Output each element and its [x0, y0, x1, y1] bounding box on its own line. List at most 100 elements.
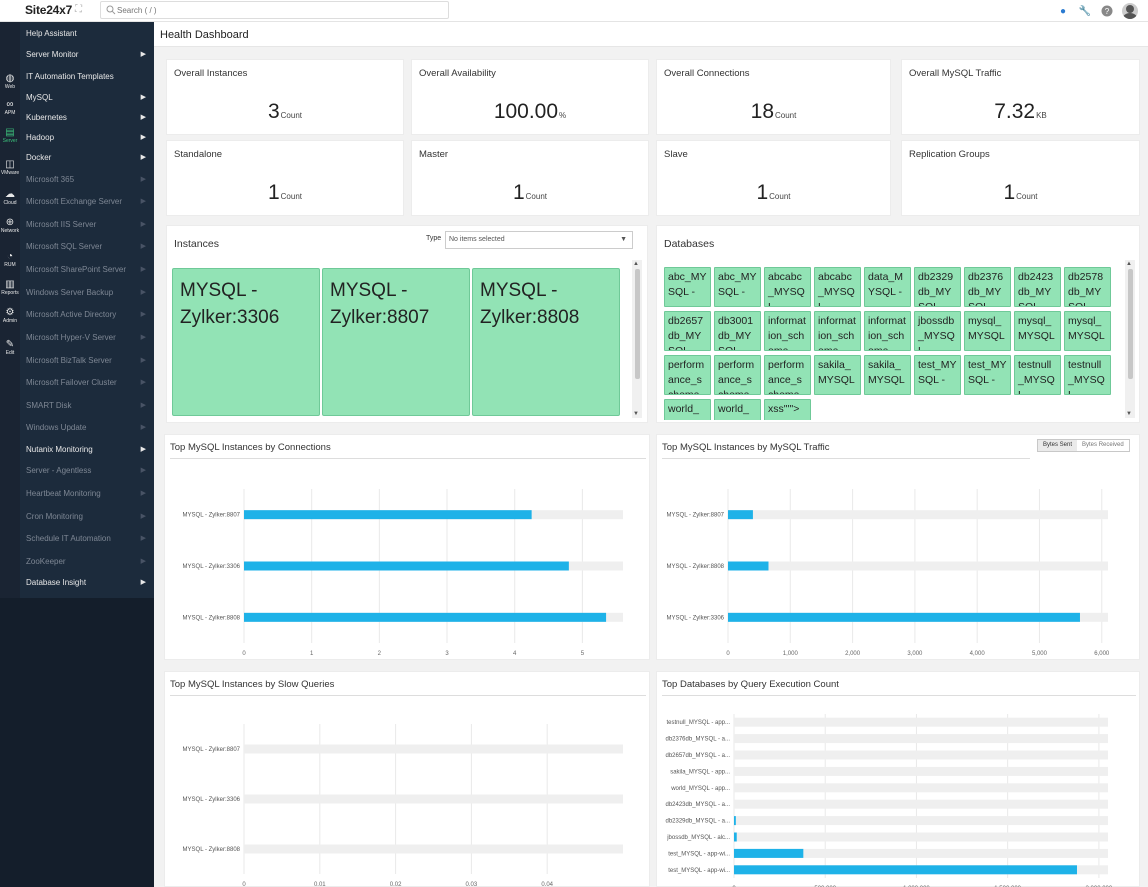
notification-icon[interactable]: ●	[1056, 4, 1070, 18]
menu-item-microsoft-active-directory[interactable]: Microsoft Active Directory ▶	[20, 305, 154, 325]
database-tile[interactable]: information_schema	[814, 311, 861, 351]
module-web[interactable]: ◍ Web	[0, 74, 20, 91]
database-tile[interactable]: testnull_MYSQL	[1014, 355, 1061, 395]
menu-item-microsoft-hyper-v-server[interactable]: Microsoft Hyper-V Server ▶	[20, 328, 154, 348]
module-server[interactable]: ▤ Server	[0, 128, 20, 145]
scroll-up-icon[interactable]: ▲	[633, 261, 639, 267]
database-tile[interactable]: world_	[714, 399, 761, 420]
menu-item-hadoop[interactable]: Hadoop ▶	[20, 128, 154, 148]
instance-tile[interactable]: MYSQL - Zylker:3306	[172, 268, 320, 416]
module-vmware[interactable]: ◫ VMware	[0, 160, 20, 177]
menu-item-microsoft-sql-server[interactable]: Microsoft SQL Server ▶	[20, 237, 154, 257]
stat-card[interactable]: Overall Instances 3Count	[166, 59, 404, 135]
scroll-up-icon[interactable]: ▲	[1126, 261, 1132, 267]
database-tile[interactable]: jbossdb_MYSQL	[914, 311, 961, 351]
database-tile[interactable]: mysql_MYSQL	[1014, 311, 1061, 351]
wrench-icon[interactable]: 🔧	[1078, 4, 1092, 18]
menu-item-smart-disk[interactable]: SMART Disk ▶	[20, 396, 154, 416]
databases-scrollbar[interactable]: ▲ ▼	[1125, 260, 1135, 418]
menu-item-windows-update[interactable]: Windows Update ▶	[20, 418, 154, 438]
module-admin[interactable]: ⚙ Admin	[0, 308, 20, 325]
database-tile[interactable]: information_schema	[764, 311, 811, 351]
database-tile[interactable]: testnull_MYSQL	[1064, 355, 1111, 395]
menu-item-windows-server-backup[interactable]: Windows Server Backup ▶	[20, 283, 154, 303]
search-input[interactable]	[117, 3, 437, 17]
x-tick-label: 0	[242, 882, 246, 887]
stat-card[interactable]: Master 1Count	[411, 140, 649, 216]
database-tile[interactable]: db3001db_MYSQL	[714, 311, 761, 351]
instances-scrollbar[interactable]: ▲ ▼	[632, 260, 642, 418]
database-tile[interactable]: db2376db_MYSQL	[964, 267, 1011, 307]
database-tile[interactable]: abcabc_MYSQL	[764, 267, 811, 307]
database-tile[interactable]: data_MYSQL -	[864, 267, 911, 307]
scroll-down-icon[interactable]: ▼	[1126, 411, 1132, 417]
bar	[244, 561, 569, 571]
module-reports[interactable]: ▥ Reports	[0, 279, 20, 297]
database-tile[interactable]: db2329db_MYSQL	[914, 267, 961, 307]
menu-item-server-agentless[interactable]: Server - Agentless ▶	[20, 461, 154, 481]
database-tile[interactable]: test_MYSQL -	[914, 355, 961, 395]
help-icon[interactable]: ?	[1100, 4, 1114, 18]
stat-card[interactable]: Slave 1Count	[656, 140, 891, 216]
type-select[interactable]: No items selected ▼	[445, 231, 633, 249]
database-tile[interactable]: performance_schema	[664, 355, 711, 395]
app-logo[interactable]: Site24x7	[25, 3, 72, 17]
menu-item-it-automation-templates[interactable]: IT Automation Templates	[20, 67, 154, 87]
database-tile[interactable]: mysql_MYSQL	[1064, 311, 1111, 351]
module-edit[interactable]: ✎ Edit	[0, 340, 20, 357]
database-tile[interactable]: abc_MYSQL -	[714, 267, 761, 307]
database-tile[interactable]: mysql_MYSQL	[964, 311, 1011, 351]
menu-item-server-monitor[interactable]: Server Monitor ▶	[20, 45, 154, 65]
menu-item-kubernetes[interactable]: Kubernetes ▶	[20, 108, 154, 128]
database-tile[interactable]: information_schema	[864, 311, 911, 351]
database-tile[interactable]: abc_MYSQL -	[664, 267, 711, 307]
menu-item-heartbeat-monitoring[interactable]: Heartbeat Monitoring ▶	[20, 484, 154, 504]
stat-card[interactable]: Replication Groups 1Count	[901, 140, 1140, 216]
database-tile[interactable]: db2657db_MYSQL	[664, 311, 711, 351]
reports-icon: ▥	[5, 279, 15, 290]
category-label: MYSQL - Zylker:8808	[183, 615, 241, 621]
module-network[interactable]: ⊕ Network	[0, 218, 20, 235]
menu-item-docker[interactable]: Docker ▶	[20, 148, 154, 168]
menu-item-nutanix-monitoring[interactable]: Nutanix Monitoring ▶	[20, 440, 154, 460]
expand-icon[interactable]: ⛶	[75, 4, 82, 15]
database-tile[interactable]: db2423db_MYSQL	[1014, 267, 1061, 307]
menu-item-help-assistant[interactable]: Help Assistant	[20, 24, 154, 44]
scroll-down-icon[interactable]: ▼	[633, 411, 639, 417]
menu-item-microsoft-365[interactable]: Microsoft 365 ▶	[20, 170, 154, 190]
database-tile[interactable]: performance_schema	[714, 355, 761, 395]
menu-item-cron-monitoring[interactable]: Cron Monitoring ▶	[20, 507, 154, 527]
module-rum[interactable]: ◔ RUM	[0, 252, 20, 269]
chart-slow-queries: Top MySQL Instances by Slow Queries 0 0.0…	[164, 671, 650, 887]
database-tile[interactable]: sakila_MYSQL	[814, 355, 861, 395]
module-cloud[interactable]: ☁ Cloud	[0, 190, 20, 207]
menu-item-zookeeper[interactable]: ZooKeeper ▶	[20, 552, 154, 572]
menu-item-mysql[interactable]: MySQL ▶	[20, 88, 154, 108]
menu-item-microsoft-failover-cluster[interactable]: Microsoft Failover Cluster ▶	[20, 373, 154, 393]
database-tile[interactable]: abcabc_MYSQL	[814, 267, 861, 307]
stat-card[interactable]: Overall Availability 100.00%	[411, 59, 649, 135]
bar-track	[734, 717, 1108, 727]
database-tile[interactable]: test_MYSQL -	[964, 355, 1011, 395]
database-tile[interactable]: db2578db_MYSQL	[1064, 267, 1111, 307]
menu-item-database-insight[interactable]: Database Insight ▶	[20, 573, 154, 593]
instance-tile[interactable]: MYSQL - Zylker:8807	[322, 268, 470, 416]
stat-card-title: Overall MySQL Traffic	[909, 68, 1002, 79]
database-tile[interactable]: performance_schema	[764, 355, 811, 395]
database-tile[interactable]: sakila_MYSQL	[864, 355, 911, 395]
database-tile[interactable]: world_	[664, 399, 711, 420]
menu-item-microsoft-exchange-server[interactable]: Microsoft Exchange Server ▶	[20, 192, 154, 212]
menu-item-schedule-it-automation[interactable]: Schedule IT Automation ▶	[20, 529, 154, 549]
menu-item-microsoft-biztalk-server[interactable]: Microsoft BizTalk Server ▶	[20, 351, 154, 371]
stat-card[interactable]: Overall MySQL Traffic 7.32KB	[901, 59, 1140, 135]
database-tile[interactable]: xss"'">	[764, 399, 811, 420]
instance-tile[interactable]: MYSQL - Zylker:8808	[472, 268, 620, 416]
search-box[interactable]	[100, 1, 449, 19]
stat-card[interactable]: Overall Connections 18Count	[656, 59, 891, 135]
stat-card[interactable]: Standalone 1Count	[166, 140, 404, 216]
menu-item-microsoft-iis-server[interactable]: Microsoft IIS Server ▶	[20, 215, 154, 235]
module-apm[interactable]: ∞ APM	[0, 100, 20, 117]
avatar[interactable]	[1122, 3, 1138, 19]
bar	[734, 816, 736, 826]
menu-item-microsoft-sharepoint-server[interactable]: Microsoft SharePoint Server ▶	[20, 260, 154, 280]
